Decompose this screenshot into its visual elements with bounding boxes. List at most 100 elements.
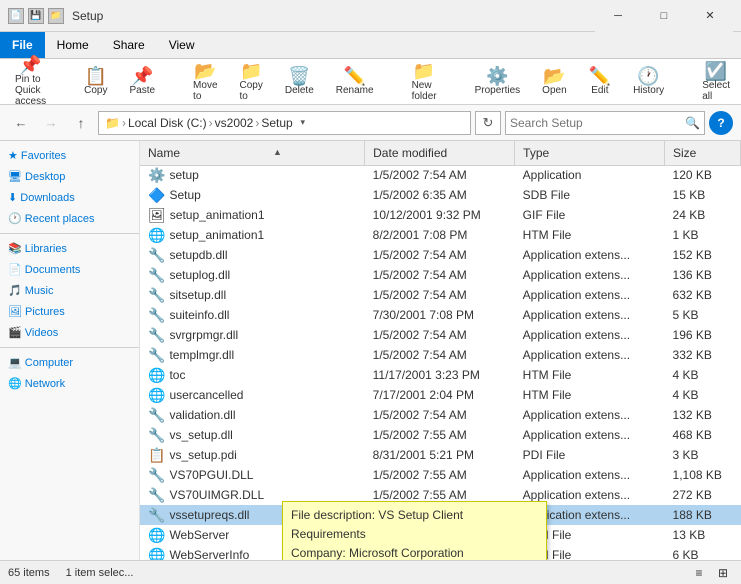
sidebar-item-recent[interactable]: 🕐 Recent places xyxy=(0,208,139,229)
sidebar-item-pictures[interactable]: 🖼 Pictures xyxy=(0,301,139,322)
table-row[interactable]: 🔧sitsetup.dll1/5/2002 7:54 AMApplication… xyxy=(140,285,741,305)
file-icon: 🌐 xyxy=(148,527,165,544)
file-size: 24 KB xyxy=(665,205,741,225)
file-type: SDB File xyxy=(515,185,665,205)
properties-icon: ⚙️ xyxy=(486,67,508,85)
file-date: 7/30/2001 7:08 PM xyxy=(365,305,515,325)
table-row[interactable]: 🌐setup_animation18/2/2001 7:08 PMHTM Fil… xyxy=(140,225,741,245)
history-button[interactable]: 🕐 History xyxy=(626,64,671,99)
table-row[interactable]: ⚙️setup1/5/2002 7:54 AMApplication120 KB xyxy=(140,165,741,185)
open-button[interactable]: 📂 Open xyxy=(535,64,573,99)
window-title: Setup xyxy=(72,9,595,23)
search-box[interactable]: 🔍 xyxy=(505,111,705,135)
pin-button[interactable]: 📌 Pin to Quick access xyxy=(8,53,53,110)
move-to-button[interactable]: 📂 Move to xyxy=(186,59,224,105)
col-header-date[interactable]: Date modified xyxy=(365,141,515,165)
file-date: 1/5/2002 7:55 AM xyxy=(365,465,515,485)
file-icon: ⚙️ xyxy=(148,167,165,184)
sidebar-item-videos[interactable]: 🎬 Videos xyxy=(0,322,139,343)
col-header-size[interactable]: Size xyxy=(665,141,741,165)
table-row[interactable]: 📋vs_setup.pdi8/31/2001 5:21 PMPDI File3 … xyxy=(140,445,741,465)
search-input[interactable] xyxy=(510,116,685,130)
table-row[interactable]: 🔧validation.dll1/5/2002 7:54 AMApplicati… xyxy=(140,405,741,425)
table-row[interactable]: 🔧setupdb.dll1/5/2002 7:54 AMApplication … xyxy=(140,245,741,265)
refresh-button[interactable]: ↻ xyxy=(475,111,501,135)
table-row[interactable]: 🌐toc11/17/2001 3:23 PMHTM File4 KB xyxy=(140,365,741,385)
path-dropdown[interactable]: ▾ xyxy=(293,117,313,128)
back-button[interactable]: ← xyxy=(8,110,34,136)
sidebar-item-downloads[interactable]: ⬇ Downloads xyxy=(0,187,139,208)
file-icon: 🌐 xyxy=(148,387,165,404)
table-row[interactable]: 🔧setuplog.dll1/5/2002 7:54 AMApplication… xyxy=(140,265,741,285)
view-details-button[interactable]: ≡ xyxy=(689,563,709,583)
up-button[interactable]: ↑ xyxy=(68,110,94,136)
minimize-button[interactable]: ─ xyxy=(595,0,641,32)
window-controls[interactable]: ─ □ ✕ xyxy=(595,0,733,32)
copy-to-button[interactable]: 📁 Copy to xyxy=(233,59,270,105)
file-type: HTM File xyxy=(515,525,665,545)
edit-button[interactable]: ✏️ Edit xyxy=(582,64,618,99)
table-row[interactable]: 🔧templmgr.dll1/5/2002 7:54 AMApplication… xyxy=(140,345,741,365)
table-row[interactable]: 🔷Setup1/5/2002 6:35 AMSDB File15 KB xyxy=(140,185,741,205)
sidebar-item-computer[interactable]: 💻 Computer xyxy=(0,352,139,373)
file-size: 132 KB xyxy=(665,405,741,425)
table-row[interactable]: 🔧svrgrpmgr.dll1/5/2002 7:54 AMApplicatio… xyxy=(140,325,741,345)
sidebar-item-documents[interactable]: 📄 Documents xyxy=(0,259,139,280)
file-name: setup_animation1 xyxy=(170,208,265,222)
file-name: suiteinfo.dll xyxy=(169,308,229,322)
path-drive[interactable]: Local Disk (C:) xyxy=(128,116,207,130)
path-setup[interactable]: Setup xyxy=(261,116,292,130)
select-all-icon: ☑️ xyxy=(705,62,727,80)
sidebar-item-network[interactable]: 🌐 Network xyxy=(0,373,139,394)
maximize-button[interactable]: □ xyxy=(641,0,687,32)
path-vs2002[interactable]: vs2002 xyxy=(215,116,254,130)
search-icon[interactable]: 🔍 xyxy=(685,116,700,130)
forward-button[interactable]: → xyxy=(38,110,64,136)
open-icon: 📂 xyxy=(543,67,565,85)
col-header-name[interactable]: Name xyxy=(140,141,365,165)
file-type: HTM File xyxy=(515,545,665,560)
table-row[interactable]: 🔧VS70PGUI.DLL1/5/2002 7:55 AMApplication… xyxy=(140,465,741,485)
table-row[interactable]: 🌐usercancelled7/17/2001 2:04 PMHTM File4… xyxy=(140,385,741,405)
delete-button[interactable]: 🗑️ Delete xyxy=(278,64,321,99)
tab-share[interactable]: Share xyxy=(101,32,157,58)
address-path[interactable]: 📁 › Local Disk (C:) › vs2002 › Setup ▾ xyxy=(98,111,471,135)
table-row[interactable]: 🌐WebServerInfo12/13/2001 7:07 PMHTM File… xyxy=(140,545,741,560)
tab-home[interactable]: Home xyxy=(45,32,101,58)
tab-view[interactable]: View xyxy=(157,32,207,58)
file-icon: 🔧 xyxy=(148,427,165,444)
close-button[interactable]: ✕ xyxy=(687,0,733,32)
file-name: sitsetup.dll xyxy=(169,288,226,302)
help-button[interactable]: ? xyxy=(709,111,733,135)
file-date: 1/5/2002 7:54 AM xyxy=(365,265,515,285)
file-icon: 🔧 xyxy=(148,347,165,364)
file-size: 188 KB xyxy=(665,505,741,525)
view-large-icons-button[interactable]: ⊞ xyxy=(713,563,733,583)
table-row[interactable]: 🔧vs_setup.dll1/5/2002 7:55 AMApplication… xyxy=(140,425,741,445)
title-icon-1: 📄 xyxy=(8,8,24,24)
rename-button[interactable]: ✏️ Rename xyxy=(329,64,381,99)
col-header-type[interactable]: Type xyxy=(515,141,665,165)
file-size: 468 KB xyxy=(665,425,741,445)
path-root[interactable]: 📁 xyxy=(105,116,120,130)
table-row[interactable]: 🌐WebServer12/13/2001 ...HTM File13 KB xyxy=(140,525,741,545)
table-row[interactable]: 🔧VS70UIMGR.DLL1/5/2002 7:55 AMApplicatio… xyxy=(140,485,741,505)
sidebar-item-libraries[interactable]: 📚 Libraries xyxy=(0,238,139,259)
new-folder-button[interactable]: 📁 New folder xyxy=(405,59,444,105)
file-type: HTM File xyxy=(515,365,665,385)
file-icon: 🌐 xyxy=(148,227,165,244)
table-row[interactable]: 🔧suiteinfo.dll7/30/2001 7:08 PMApplicati… xyxy=(140,305,741,325)
properties-button[interactable]: ⚙️ Properties xyxy=(468,64,528,99)
table-row[interactable]: 🖼setup_animation110/12/2001 9:32 PMGIF F… xyxy=(140,205,741,225)
column-headers: Name Date modified Type Size xyxy=(140,141,741,165)
table-row[interactable]: 🔧vssetupreqs.dll1/5/2002 7:55 AMApplicat… xyxy=(140,505,741,525)
select-all-button[interactable]: ☑️ Select all xyxy=(695,59,737,105)
sidebar-item-desktop[interactable]: 🖥 Desktop xyxy=(0,166,139,187)
file-type: Application extens... xyxy=(515,405,665,425)
sidebar-item-favorites[interactable]: ★ Favorites xyxy=(0,145,139,166)
paste-button[interactable]: 📌 Paste xyxy=(122,64,162,99)
file-size: 15 KB xyxy=(665,185,741,205)
copy-button[interactable]: 📋 Copy xyxy=(77,64,114,99)
sidebar-item-music[interactable]: 🎵 Music xyxy=(0,280,139,301)
ribbon-content: 📌 Pin to Quick access 📋 Copy 📌 Paste 📂 M… xyxy=(0,59,741,105)
